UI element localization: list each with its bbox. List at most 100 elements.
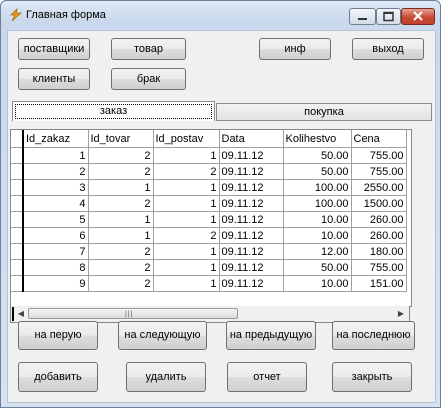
table-cell[interactable]: 10.00: [283, 275, 352, 292]
table-cell[interactable]: 09.11.12: [219, 227, 284, 244]
scroll-thumb[interactable]: |||: [28, 308, 238, 319]
table-cell[interactable]: 50.00: [283, 259, 352, 276]
scroll-left-arrow-icon[interactable]: ◀: [13, 306, 29, 322]
table-cell[interactable]: 755.00: [351, 147, 407, 164]
minimize-button[interactable]: [349, 8, 376, 25]
table-cell[interactable]: 2: [153, 163, 220, 180]
info-button[interactable]: инф: [259, 38, 331, 60]
table-row[interactable]: 5 1 1 09.11.12 10.00 260.00: [11, 211, 407, 228]
table-cell[interactable]: 1: [153, 275, 220, 292]
column-header[interactable]: Cena: [351, 130, 407, 148]
table-cell[interactable]: 10.00: [283, 211, 352, 228]
table-row[interactable]: 2 2 2 09.11.12 50.00 755.00: [11, 163, 407, 180]
close-button[interactable]: закрыть: [332, 362, 412, 392]
table-cell[interactable]: 2: [23, 163, 89, 180]
table-cell[interactable]: 09.11.12: [219, 195, 284, 212]
scroll-right-arrow-icon[interactable]: ▶: [393, 306, 409, 322]
suppliers-button[interactable]: поставщики: [18, 38, 90, 60]
table-cell[interactable]: 6: [23, 227, 89, 244]
row-selector[interactable]: [11, 179, 24, 196]
row-selector[interactable]: [11, 195, 24, 212]
row-selector[interactable]: [11, 259, 24, 276]
defect-button[interactable]: брак: [111, 68, 186, 90]
row-selector[interactable]: [11, 163, 24, 180]
row-selector-header[interactable]: [11, 130, 24, 148]
table-cell[interactable]: 1: [153, 259, 220, 276]
table-cell[interactable]: 2: [88, 147, 154, 164]
close-window-button[interactable]: [401, 8, 435, 25]
table-cell[interactable]: 260.00: [351, 227, 407, 244]
table-row[interactable]: 3 1 1 09.11.12 100.00 2550.00: [11, 179, 407, 196]
column-header[interactable]: Id_tovar: [88, 130, 154, 148]
table-cell[interactable]: 1: [153, 195, 220, 212]
table-cell[interactable]: 4: [23, 195, 89, 212]
table-cell[interactable]: 1: [23, 147, 89, 164]
table-cell[interactable]: 1: [88, 227, 154, 244]
table-row[interactable]: 6 1 2 09.11.12 10.00 260.00: [11, 227, 407, 244]
table-cell[interactable]: 50.00: [283, 147, 352, 164]
column-header[interactable]: Kolihestvo: [283, 130, 352, 148]
table-cell[interactable]: 1: [153, 179, 220, 196]
table-cell[interactable]: 260.00: [351, 211, 407, 228]
table-cell[interactable]: 100.00: [283, 195, 352, 212]
table-row[interactable]: 8 2 1 09.11.12 50.00 755.00: [11, 259, 407, 276]
table-cell[interactable]: 1: [153, 147, 220, 164]
table-cell[interactable]: 09.11.12: [219, 259, 284, 276]
table-cell[interactable]: 09.11.12: [219, 147, 284, 164]
table-cell[interactable]: 12.00: [283, 243, 352, 260]
table-cell[interactable]: 3: [23, 179, 89, 196]
table-cell[interactable]: 09.11.12: [219, 243, 284, 260]
maximize-button[interactable]: [376, 8, 401, 25]
row-selector[interactable]: [11, 275, 24, 292]
table-cell[interactable]: 10.00: [283, 227, 352, 244]
first-record-button[interactable]: на перую: [18, 321, 98, 350]
exit-button[interactable]: выход: [352, 38, 424, 60]
table-cell[interactable]: 09.11.12: [219, 179, 284, 196]
table-cell[interactable]: 9: [23, 275, 89, 292]
table-cell[interactable]: 2: [88, 163, 154, 180]
table-cell[interactable]: 2: [88, 243, 154, 260]
table-cell[interactable]: 2: [88, 259, 154, 276]
table-cell[interactable]: 2: [153, 227, 220, 244]
last-record-button[interactable]: на последнюю: [332, 321, 415, 350]
column-header[interactable]: Id_zakaz: [23, 130, 89, 148]
delete-button[interactable]: удалить: [126, 362, 206, 392]
product-button[interactable]: товар: [111, 38, 186, 60]
table-cell[interactable]: 100.00: [283, 179, 352, 196]
next-record-button[interactable]: на следующую: [118, 321, 207, 350]
prev-record-button[interactable]: на предыдущую: [226, 321, 316, 350]
table-cell[interactable]: 755.00: [351, 163, 407, 180]
clients-button[interactable]: клиенты: [18, 68, 90, 90]
table-cell[interactable]: 7: [23, 243, 89, 260]
table-cell[interactable]: 2550.00: [351, 179, 407, 196]
orders-grid[interactable]: Id_zakaz Id_tovar Id_postav Data Kolihestvo C…: [10, 129, 412, 307]
row-selector[interactable]: [11, 211, 24, 228]
table-cell[interactable]: 180.00: [351, 243, 407, 260]
row-selector[interactable]: [11, 243, 24, 260]
table-cell[interactable]: 50.00: [283, 163, 352, 180]
tab-purchase[interactable]: покупка: [216, 103, 432, 121]
table-cell[interactable]: 1: [153, 243, 220, 260]
table-cell[interactable]: 151.00: [351, 275, 407, 292]
table-cell[interactable]: 8: [23, 259, 89, 276]
row-selector[interactable]: [11, 227, 24, 244]
table-row[interactable]: 4 2 1 09.11.12 100.00 1500.00: [11, 195, 407, 212]
table-row[interactable]: 9 2 1 09.11.12 10.00 151.00: [11, 275, 407, 292]
table-row[interactable]: 1 2 1 09.11.12 50.00 755.00: [11, 147, 407, 164]
table-cell[interactable]: 1500.00: [351, 195, 407, 212]
table-cell[interactable]: 09.11.12: [219, 275, 284, 292]
table-cell[interactable]: 5: [23, 211, 89, 228]
table-row[interactable]: 7 2 1 09.11.12 12.00 180.00: [11, 243, 407, 260]
column-header[interactable]: Data: [219, 130, 284, 148]
column-header[interactable]: Id_postav: [153, 130, 220, 148]
title-bar[interactable]: Главная форма: [1, 1, 440, 29]
report-button[interactable]: отчет: [227, 362, 307, 392]
tab-order[interactable]: заказ: [12, 101, 215, 121]
table-cell[interactable]: 2: [88, 195, 154, 212]
table-cell[interactable]: 2: [88, 275, 154, 292]
table-cell[interactable]: 09.11.12: [219, 211, 284, 228]
table-cell[interactable]: 1: [88, 211, 154, 228]
table-cell[interactable]: 1: [153, 211, 220, 228]
table-cell[interactable]: 09.11.12: [219, 163, 284, 180]
table-cell[interactable]: 755.00: [351, 259, 407, 276]
